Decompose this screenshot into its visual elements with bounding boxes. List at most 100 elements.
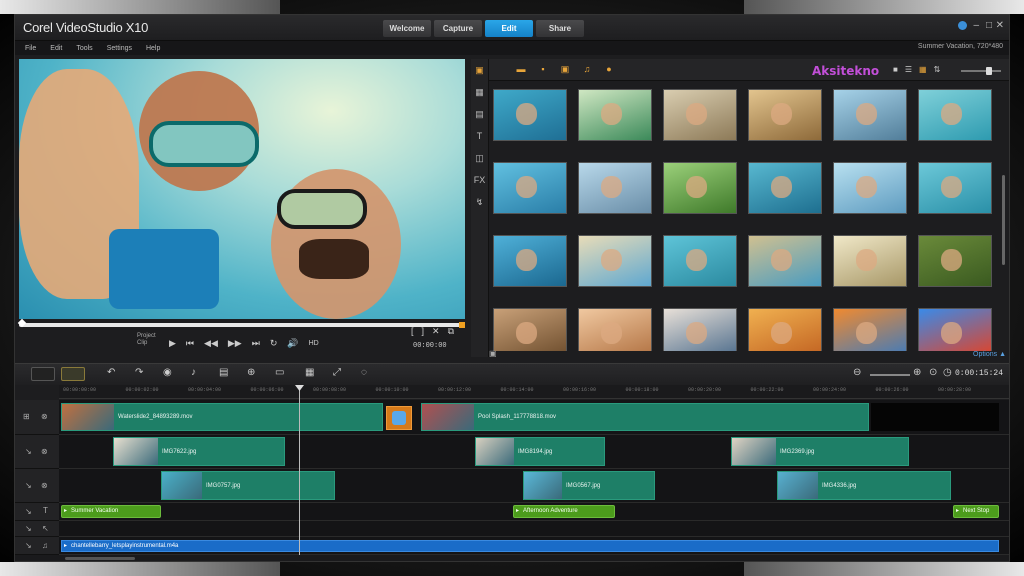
trim-marker[interactable]: [459, 322, 465, 328]
tab-capture[interactable]: Capture: [434, 20, 482, 37]
library-thumbnail[interactable]: [918, 89, 992, 141]
track-visibility-icon[interactable]: ⊗: [41, 481, 48, 490]
video-filter-icon[interactable]: ▪: [537, 64, 549, 74]
library-scrollbar[interactable]: [1002, 175, 1005, 265]
library-thumbnail[interactable]: [578, 235, 652, 287]
repeat-icon[interactable]: ↻: [270, 338, 278, 349]
record-icon[interactable]: ◉: [163, 367, 172, 378]
tab-share[interactable]: Share: [536, 20, 584, 37]
media-icon[interactable]: ▣: [471, 59, 488, 81]
copy-icon[interactable]: ⧉: [448, 326, 454, 337]
menu-edit[interactable]: Edit: [50, 45, 62, 52]
zoom-out-icon[interactable]: ⊖: [853, 367, 861, 378]
library-thumbnail[interactable]: [663, 89, 737, 141]
time-remap-icon[interactable]: ◌: [361, 367, 367, 378]
track-visibility-icon[interactable]: ⊗: [41, 412, 48, 421]
library-thumbnail[interactable]: [493, 308, 567, 351]
path-icon[interactable]: ↯: [471, 191, 488, 213]
video-track-icon[interactable]: ⊞: [23, 412, 30, 421]
menu-file[interactable]: File: [25, 45, 36, 52]
zoom-in-icon[interactable]: ⊕: [913, 367, 921, 378]
play-icon[interactable]: ▶: [169, 338, 176, 349]
mark-in-button[interactable]: [: [411, 326, 414, 337]
library-thumbnail[interactable]: [918, 162, 992, 214]
folder-icon[interactable]: ▬: [515, 64, 527, 74]
title-track-icon[interactable]: ↘: [25, 507, 32, 516]
previous-frame-icon[interactable]: ◀◀: [204, 338, 218, 349]
timeline-view-button[interactable]: [61, 367, 85, 381]
track-visibility-icon[interactable]: ⊗: [41, 447, 48, 456]
end-icon[interactable]: ⏭: [252, 338, 260, 349]
thumbnail-view-icon[interactable]: ▦: [919, 65, 927, 74]
list-view-icon[interactable]: ■: [893, 65, 898, 74]
library-thumbnail[interactable]: [493, 162, 567, 214]
auto-music-icon[interactable]: ▤: [219, 367, 228, 378]
overlay-track-icon[interactable]: ↘: [25, 481, 32, 490]
audio-filter-icon[interactable]: ♫: [581, 64, 593, 74]
transition-icon[interactable]: ▤: [471, 103, 488, 125]
transition-clip[interactable]: [386, 406, 412, 430]
title-icon[interactable]: T: [471, 125, 488, 147]
library-thumbnail[interactable]: [493, 89, 567, 141]
minimize-button[interactable]: –: [973, 20, 979, 31]
library-thumbnail[interactable]: [578, 89, 652, 141]
options-button[interactable]: Options ▲: [973, 351, 1006, 358]
multi-camera-icon[interactable]: ▦: [305, 367, 314, 378]
overlay-clip[interactable]: IMG4336.jpg: [777, 471, 951, 500]
browse-icon[interactable]: ▣: [489, 349, 497, 358]
overlay-clip[interactable]: IMG0567.jpg: [523, 471, 655, 500]
tab-edit[interactable]: Edit: [485, 20, 533, 37]
library-thumbnail[interactable]: [663, 235, 737, 287]
storyboard-view-button[interactable]: [31, 367, 55, 381]
library-thumbnail[interactable]: [748, 89, 822, 141]
motion-tracking-icon[interactable]: ⊕: [247, 367, 255, 378]
timeline-zoom-slider[interactable]: [870, 374, 910, 376]
title-clip[interactable]: Next Stop: [953, 505, 999, 518]
preview-scrubber[interactable]: [17, 318, 465, 328]
scrubber-handle[interactable]: [17, 318, 27, 328]
split-clip-icon[interactable]: ✕: [432, 326, 440, 337]
menu-tools[interactable]: Tools: [76, 45, 92, 52]
close-button[interactable]: ✕: [996, 20, 1004, 31]
undo-icon[interactable]: ↶: [107, 367, 115, 378]
library-thumbnail[interactable]: [663, 308, 737, 351]
library-thumbnail[interactable]: [748, 162, 822, 214]
title-track-label-icon[interactable]: T: [43, 506, 48, 515]
tab-welcome[interactable]: Welcome: [383, 20, 431, 37]
overlay-track-icon[interactable]: ↘: [25, 447, 32, 456]
library-thumbnail[interactable]: [493, 235, 567, 287]
maximize-button[interactable]: □: [986, 20, 992, 31]
next-frame-icon[interactable]: ▶▶: [228, 338, 242, 349]
photo-filter-icon[interactable]: ▣: [559, 64, 571, 74]
library-thumbnail[interactable]: [833, 89, 907, 141]
library-thumbnail[interactable]: [918, 235, 992, 287]
fit-project-icon[interactable]: ⊙: [929, 367, 937, 378]
music-note-icon[interactable]: ♫: [42, 541, 48, 550]
horizontal-scrollbar[interactable]: [65, 557, 135, 560]
library-thumbnail[interactable]: [833, 235, 907, 287]
menu-settings[interactable]: Settings: [107, 45, 132, 52]
instant-project-icon[interactable]: ▦: [471, 81, 488, 103]
menu-help[interactable]: Help: [146, 45, 160, 52]
thumbnail-size-slider[interactable]: [961, 67, 1001, 75]
overlay-clip[interactable]: IMG7622.jpg: [113, 437, 285, 466]
music-clip[interactable]: chantellebarry_letsplayinstrumental.m4a: [61, 540, 999, 552]
import-icon[interactable]: ●: [603, 64, 615, 74]
microphone-icon[interactable]: ↖: [42, 524, 49, 533]
library-thumbnail[interactable]: [748, 308, 822, 351]
redo-icon[interactable]: ↷: [135, 367, 143, 378]
help-icon[interactable]: [958, 21, 967, 30]
overlay-clip[interactable]: IMG2369.jpg: [731, 437, 909, 466]
title-clip[interactable]: Summer Vacation: [61, 505, 161, 518]
library-thumbnail[interactable]: [833, 162, 907, 214]
overlay-clip[interactable]: IMG8194.jpg: [475, 437, 605, 466]
details-view-icon[interactable]: ☰: [905, 65, 912, 74]
library-thumbnail[interactable]: [663, 162, 737, 214]
library-thumbnail[interactable]: [578, 308, 652, 351]
subtitle-icon[interactable]: ▭: [275, 367, 284, 378]
crop-icon[interactable]: ⤢: [333, 367, 341, 378]
library-thumbnail[interactable]: [918, 308, 992, 351]
video-clip[interactable]: Waterslide2_84893289.mov: [61, 403, 383, 431]
volume-icon[interactable]: 🔊: [287, 338, 298, 349]
sort-icon[interactable]: ⇅: [934, 65, 941, 74]
